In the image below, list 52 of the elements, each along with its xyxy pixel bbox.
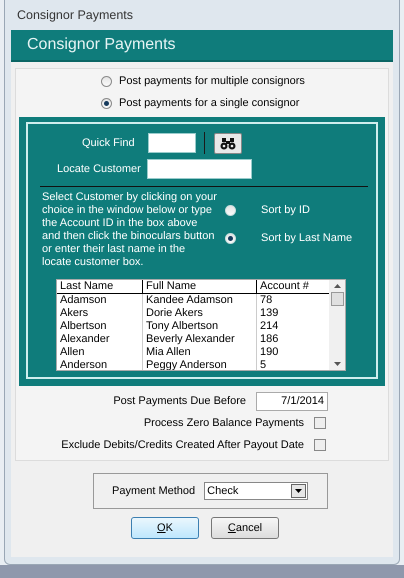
table-cell: Tony Albertson [143,320,257,333]
table-cell: Adamson [57,294,143,307]
radio-label: Sort by ID [261,204,310,216]
table-cell: Allen [57,346,143,359]
dialog-button[interactable]: OK [131,517,199,539]
dialog-button[interactable]: Cancel [211,517,279,539]
dropdown-button[interactable] [291,484,306,498]
header-title: Consignor Payments [27,36,176,54]
table-cell: Mia Allen [143,346,257,359]
table-cell: Albertson [57,320,143,333]
quick-find-field[interactable] [148,133,196,153]
table-cell: Dorie Akers [143,307,257,320]
radio-label: Post payments for multiple consignors [119,75,305,87]
table-cell-text: 214 [259,320,280,333]
locate-customer-field[interactable] [147,159,252,179]
field-label: Quick Find [82,137,136,149]
checkbox[interactable] [314,439,326,451]
table-cell-text: 78 [259,294,274,307]
table-cell-text: 5 [259,359,268,370]
field-label: Post Payments Due Before [113,395,246,407]
table-cell: Akers [57,307,143,320]
search-button[interactable] [214,132,242,154]
column-header[interactable]: Account # [257,280,329,293]
table-cell: Beverly Alexander [143,333,257,346]
scrollbar[interactable] [329,280,345,370]
scroll-thumb[interactable] [330,292,344,306]
checkbox[interactable] [314,417,326,429]
table-cell: Alexander [57,333,143,346]
radio-button[interactable] [101,76,112,86]
table-cell-text: 190 [259,346,280,359]
radio-button[interactable] [101,98,112,108]
checkbox-label: Exclude Debits/Credits Created After Payout Date [61,439,304,451]
window-title: Consignor Payments [16,7,134,24]
binoculars-icon [220,136,236,150]
table-cell-text: 186 [259,333,280,346]
caret-icon [295,489,302,493]
radio-label: Post payments for a single consignor [119,97,300,109]
column-header[interactable]: Full Name [143,280,257,293]
instructions-text: Select Customer by clicking on your choice in the window below or type the Account ID in the box above and then click the binoculars button or enter their last name in the locate customer box. [42,191,217,269]
table-cell: Anderson [57,359,143,370]
field-label: Payment Method [112,485,196,497]
payment-method-dropdown[interactable]: Check [204,482,308,500]
scroll-down-icon[interactable] [334,362,340,366]
checkbox-label: Process Zero Balance Payments [144,417,304,429]
table-cell-text: 139 [259,307,280,320]
scroll-up-icon[interactable] [334,284,340,288]
radio-label: Sort by Last Name [261,232,352,244]
date-field[interactable]: 7/1/2014 [256,392,328,410]
field-label: Locate Customer [57,163,142,175]
table-cell: Peggy Anderson [143,359,257,370]
table-cell: Kandee Adamson [143,294,257,307]
column-header[interactable]: Last Name [57,280,143,293]
